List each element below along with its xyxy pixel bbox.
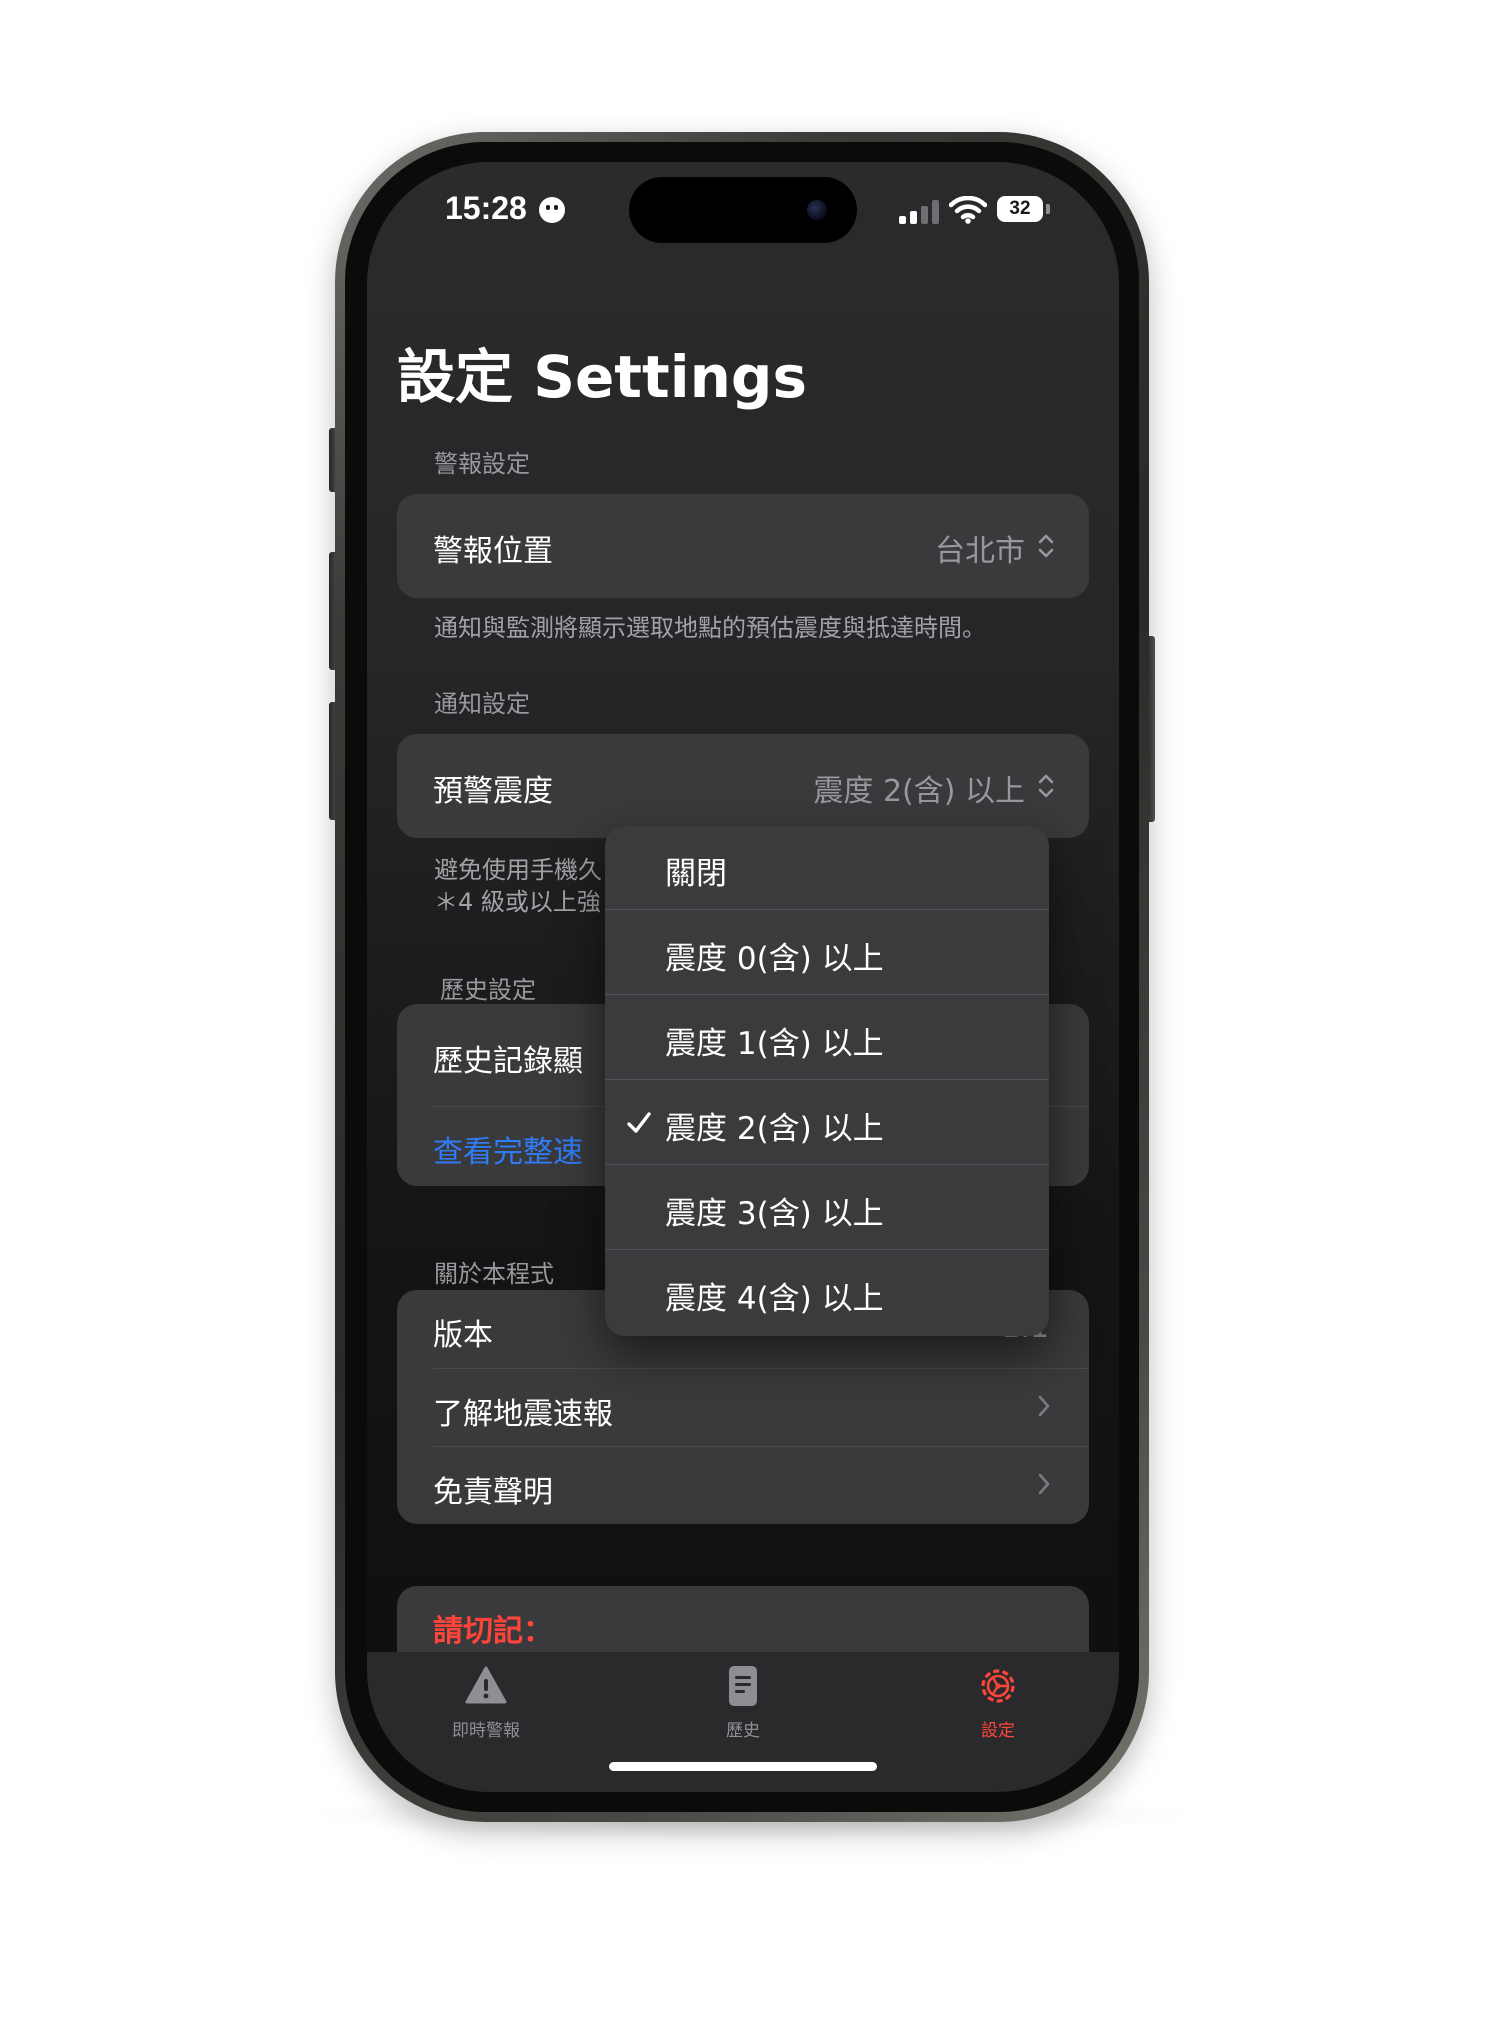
updown-chevron-icon	[1038, 774, 1054, 798]
warning-icon	[465, 1666, 507, 1704]
menu-option-intensity-2[interactable]: 震度 2(含) 以上	[605, 1081, 1049, 1165]
learn-eew-label: 了解地震速報	[433, 1397, 613, 1432]
version-label: 版本	[433, 1318, 493, 1353]
tab-label: 即時警報	[452, 1721, 520, 1741]
page-title: 設定 Settings	[397, 343, 807, 411]
menu-option-intensity-0[interactable]: 震度 0(含) 以上	[605, 911, 1049, 995]
warning-intensity-label: 預警震度	[433, 774, 553, 809]
alert-location-value: 台北市	[935, 534, 1025, 569]
menu-option-label: 關閉	[665, 856, 727, 892]
disclaimer-label: 免責聲明	[433, 1475, 553, 1510]
menu-option-intensity-4[interactable]: 震度 4(含) 以上	[605, 1251, 1049, 1335]
menu-separator	[605, 1164, 1049, 1165]
phone-screen: 15:28 32 設定 Settings 警報設定 警報位置 台北市 通知與監測…	[367, 162, 1119, 1792]
tab-bar: 即時警報 歷史 設定	[367, 1652, 1119, 1792]
menu-separator	[605, 994, 1049, 995]
tab-live-alert[interactable]: 即時警報	[411, 1664, 561, 1754]
history-full-link[interactable]: 查看完整速	[433, 1127, 583, 1171]
section-header-about: 關於本程式	[434, 1260, 554, 1288]
menu-option-label: 震度 0(含) 以上	[665, 941, 884, 977]
tab-settings[interactable]: 設定	[923, 1664, 1073, 1754]
alert-location-label: 警報位置	[433, 534, 553, 569]
chevron-right-icon	[1038, 1395, 1050, 1417]
disclaimer-row[interactable]: 免責聲明	[397, 1447, 1089, 1524]
menu-option-label: 震度 3(含) 以上	[665, 1196, 884, 1232]
menu-option-intensity-1[interactable]: 震度 1(含) 以上	[605, 996, 1049, 1080]
reminder-title: 請切記：	[433, 1614, 553, 1649]
intensity-dropdown-menu: 關閉 震度 0(含) 以上 震度 1(含) 以上 震度 2(含) 以上 震度 3…	[605, 826, 1049, 1336]
warning-intensity-value: 震度 2(含) 以上	[813, 774, 1025, 809]
document-icon	[729, 1666, 757, 1706]
tab-label: 歷史	[726, 1721, 760, 1741]
section-header-alert: 警報設定	[434, 450, 530, 478]
battery-tip	[1046, 204, 1050, 214]
cellular-signal-icon	[899, 200, 941, 224]
menu-option-off[interactable]: 關閉	[605, 826, 1049, 910]
updown-chevron-icon	[1038, 534, 1054, 558]
alert-card: 警報位置 台北市	[397, 494, 1089, 598]
menu-option-label: 震度 2(含) 以上	[665, 1111, 884, 1147]
alert-location-row[interactable]: 警報位置 台北市	[397, 494, 1089, 598]
dynamic-island	[629, 177, 857, 243]
alert-footer-text: 通知與監測將顯示選取地點的預估震度與抵達時間。	[434, 614, 986, 642]
notify-footer-line1: 避免使用手機久	[434, 856, 602, 884]
warning-intensity-row[interactable]: 預警震度 震度 2(含) 以上	[397, 734, 1089, 838]
history-display-label: 歷史記錄顯	[433, 1044, 583, 1079]
notify-footer-line2: ＊4 級或以上強	[434, 888, 601, 916]
chevron-right-icon	[1038, 1473, 1050, 1495]
tab-label: 設定	[981, 1721, 1015, 1741]
section-header-history: 歷史設定	[440, 976, 536, 1004]
screenshot-stage: 15:28 32 設定 Settings 警報設定 警報位置 台北市 通知與監測…	[0, 0, 1500, 2026]
notify-card: 預警震度 震度 2(含) 以上	[397, 734, 1089, 838]
menu-separator	[605, 1079, 1049, 1080]
learn-eew-row[interactable]: 了解地震速報	[397, 1369, 1089, 1446]
status-time: 15:28	[445, 190, 527, 226]
menu-option-label: 震度 1(含) 以上	[665, 1026, 884, 1062]
face-icon	[539, 197, 565, 223]
checkmark-icon	[627, 1112, 651, 1133]
menu-separator	[605, 909, 1049, 910]
battery-indicator: 32	[997, 196, 1043, 222]
wifi-icon	[949, 196, 987, 224]
menu-separator	[605, 1249, 1049, 1250]
menu-option-intensity-3[interactable]: 震度 3(含) 以上	[605, 1166, 1049, 1250]
tab-history[interactable]: 歷史	[668, 1664, 818, 1754]
section-header-notify: 通知設定	[434, 690, 530, 718]
gear-icon	[981, 1669, 1015, 1703]
front-camera	[807, 200, 827, 220]
menu-option-label: 震度 4(含) 以上	[665, 1281, 884, 1317]
home-indicator[interactable]	[609, 1762, 877, 1771]
